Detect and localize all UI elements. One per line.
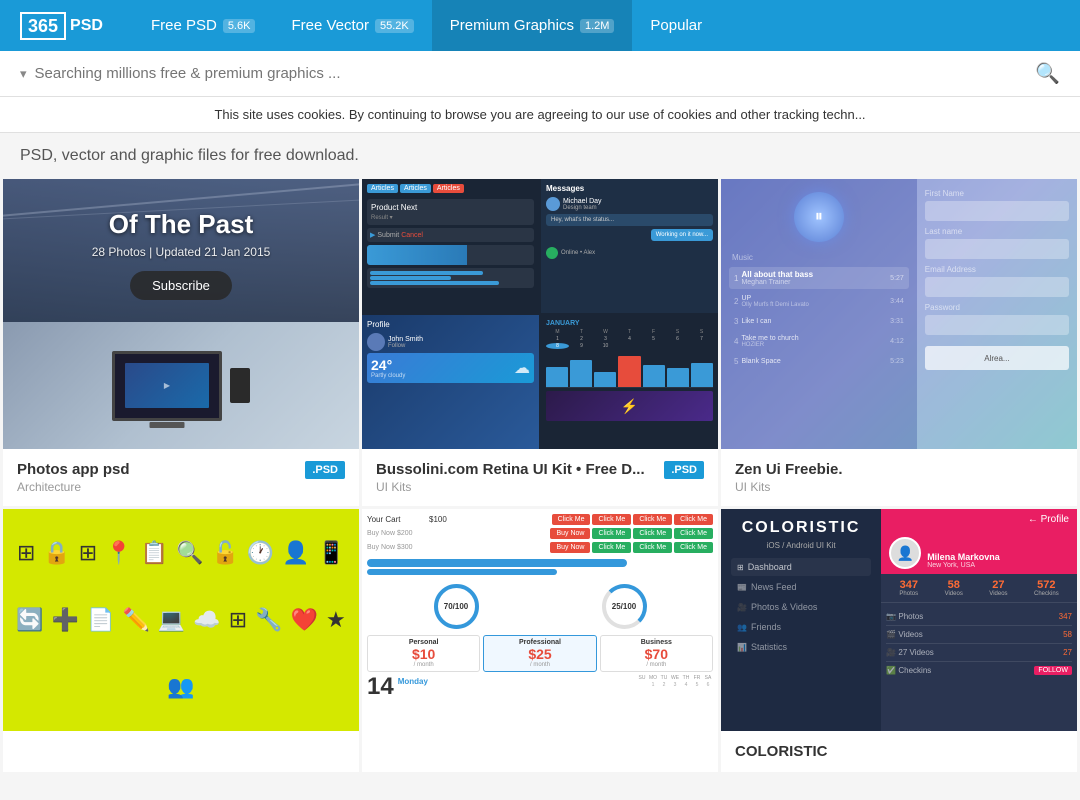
logo-sub: PSD (70, 17, 103, 35)
card-photos-category: Architecture (17, 480, 130, 494)
card-photos-title: Photos app psd (17, 461, 130, 478)
card1-title: Of The Past (3, 209, 359, 240)
card-zen-category: UI Kits (735, 480, 843, 494)
icon-calc: ⊞ (79, 540, 97, 566)
card-coloristic-image: COLORISTIC iOS / Android UI Kit ⊞Dashboa… (721, 509, 1077, 731)
icon-grid2: ⊞ (229, 607, 247, 633)
icon-search: 🔍 (176, 540, 203, 566)
nav-premium-graphics-badge: 1.2M (580, 19, 614, 33)
card-zen-title: Zen Ui Freebie. (735, 461, 843, 478)
icon-star: ★ (326, 607, 346, 633)
icon-location: 📍 (105, 540, 132, 566)
icon-device: 📱 (318, 540, 345, 566)
icon-refresh: 🔄 (16, 607, 43, 633)
card1-subscribe-btn[interactable]: Subscribe (130, 271, 232, 300)
nav-free-psd-label: Free PSD (151, 17, 217, 34)
card-bussolini-badge: .PSD (664, 461, 704, 479)
cookie-notice: This site uses cookies. By continuing to… (0, 97, 1080, 133)
coloristic-subtitle: iOS / Android UI Kit (731, 541, 871, 550)
icon-plus-box: ➕ (52, 607, 79, 633)
coloristic-title: COLORISTIC (731, 519, 871, 537)
icon-pencil: ✏️ (123, 607, 150, 633)
card-bussolini[interactable]: Articles Articles Articles Product Next … (362, 179, 718, 506)
main-nav: Free PSD 5.6K Free Vector 55.2K Premium … (133, 0, 720, 51)
nav-free-vector-label: Free Vector (291, 17, 369, 34)
nav-popular[interactable]: Popular (632, 0, 720, 51)
page-subtitle: PSD, vector and graphic files for free d… (0, 133, 1080, 179)
icon-cloud: ☁️ (193, 607, 220, 633)
search-icon[interactable]: 🔍 (1035, 61, 1060, 86)
card-coloristic-info: COLORISTIC (721, 731, 1077, 772)
card-icons-image: ⊞ 🔒 ⊞ 📍 📋 🔍 🔓 🕐 👤 📱 🔄 ➕ 📄 ✏️ 💻 ☁️ ⊞ 🔧 ❤️… (3, 509, 359, 731)
card-ui-elements-info (362, 731, 718, 755)
nav-free-psd[interactable]: Free PSD 5.6K (133, 0, 274, 51)
card-ui-elements-image: Your Cart $100 Click Me Click Me Click M… (362, 509, 718, 731)
search-dropdown[interactable]: ▾ (20, 66, 27, 82)
card-bussolini-image: Articles Articles Articles Product Next … (362, 179, 718, 449)
icon-person2: 👥 (167, 674, 194, 700)
search-bar: ▾ 🔍 (0, 51, 1080, 97)
card-bussolini-category: UI Kits (376, 480, 645, 494)
card-coloristic-title: COLORISTIC (735, 743, 1063, 760)
icon-heart: ❤️ (291, 607, 318, 633)
nav-popular-label: Popular (650, 17, 702, 34)
icon-unlock: 🔓 (211, 540, 238, 566)
icon-person: 👤 (282, 540, 309, 566)
icon-grid: ⊞ (17, 540, 35, 566)
card-bussolini-title: Bussolini.com Retina UI Kit • Free D... (376, 461, 645, 478)
header: 365 PSD Free PSD 5.6K Free Vector 55.2K … (0, 0, 1080, 51)
icon-clipboard: 📋 (141, 540, 168, 566)
card-photos-image: ▶ Of The Past 28 Photos | Updated 21 Jan… (3, 179, 359, 449)
logo-text: 365 (28, 17, 58, 35)
nav-free-psd-badge: 5.6K (223, 19, 256, 33)
nav-premium-graphics[interactable]: Premium Graphics 1.2M (432, 0, 633, 51)
search-input[interactable] (35, 65, 1036, 82)
card-coloristic[interactable]: COLORISTIC iOS / Android UI Kit ⊞Dashboa… (721, 509, 1077, 772)
card1-subtitle: 28 Photos | Updated 21 Jan 2015 (3, 245, 359, 259)
card-ui-elements[interactable]: Your Cart $100 Click Me Click Me Click M… (362, 509, 718, 772)
card-icons[interactable]: ⊞ 🔒 ⊞ 📍 📋 🔍 🔓 🕐 👤 📱 🔄 ➕ 📄 ✏️ 💻 ☁️ ⊞ 🔧 ❤️… (3, 509, 359, 772)
logo-box: 365 (20, 12, 66, 40)
card-zen-image: ⏸ Music 1 All about that bass Meghan Tra… (721, 179, 1077, 449)
icon-clock: 🕐 (247, 540, 274, 566)
card-icons-info (3, 731, 359, 755)
chevron-down-icon: ▾ (20, 66, 27, 82)
nav-free-vector-badge: 55.2K (375, 19, 414, 33)
icon-laptop: 💻 (158, 607, 185, 633)
logo[interactable]: 365 PSD (20, 12, 103, 40)
icon-lock: 🔒 (43, 540, 70, 566)
cards-grid: ▶ Of The Past 28 Photos | Updated 21 Jan… (0, 179, 1080, 775)
nav-free-vector[interactable]: Free Vector 55.2K (273, 0, 431, 51)
card-zen-info: Zen Ui Freebie. UI Kits (721, 449, 1077, 506)
card-bussolini-info: Bussolini.com Retina UI Kit • Free D... … (362, 449, 718, 506)
nav-premium-graphics-label: Premium Graphics (450, 17, 574, 34)
icon-doc: 📄 (87, 607, 114, 633)
icon-wrench: 🔧 (255, 607, 282, 633)
card-zen-ui[interactable]: ⏸ Music 1 All about that bass Meghan Tra… (721, 179, 1077, 506)
card-photos-app[interactable]: ▶ Of The Past 28 Photos | Updated 21 Jan… (3, 179, 359, 506)
card-photos-badge: .PSD (305, 461, 345, 479)
card-photos-info: Photos app psd Architecture .PSD (3, 449, 359, 506)
